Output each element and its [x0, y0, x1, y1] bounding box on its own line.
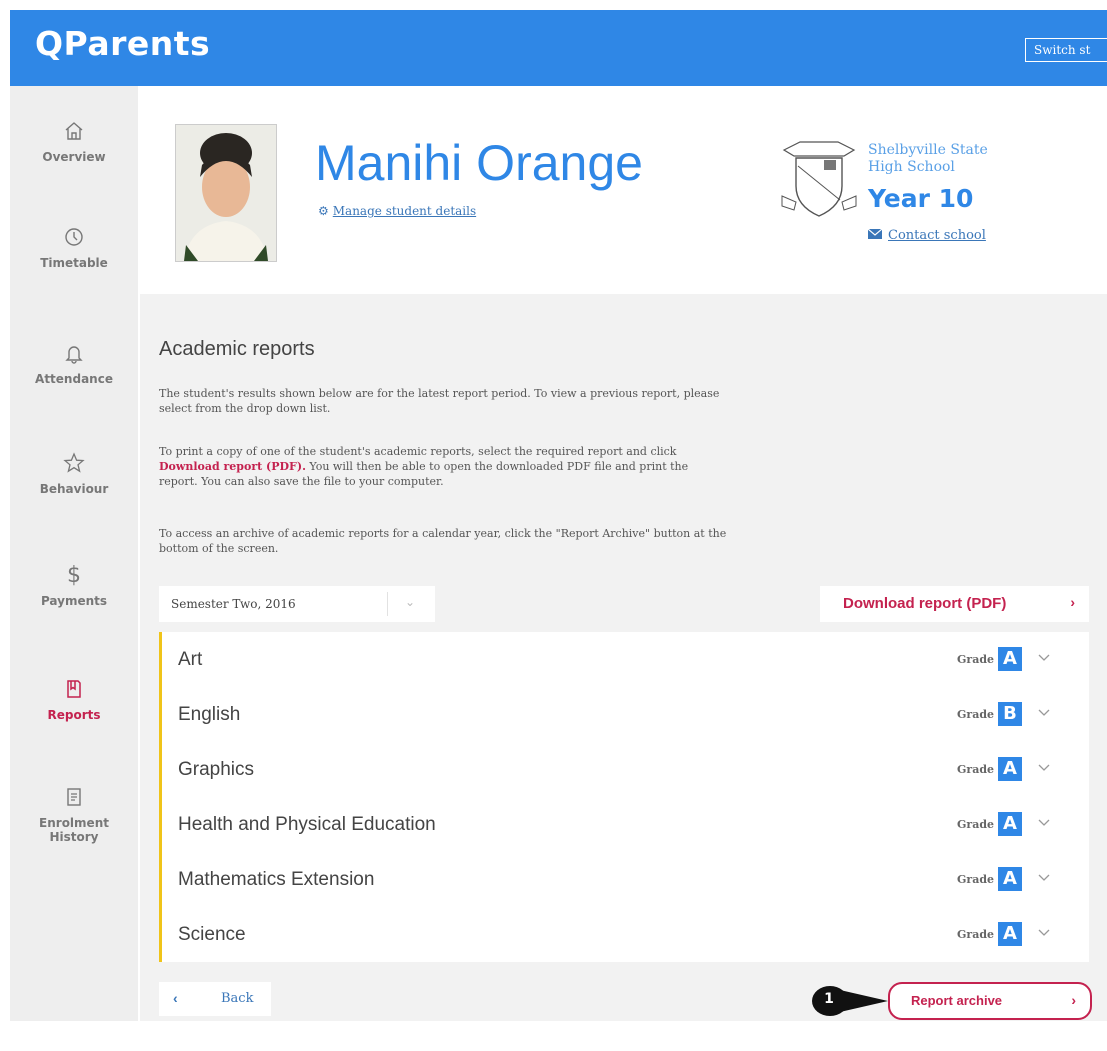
manage-student-details-link[interactable]: ⚙ Manage student details — [318, 204, 476, 218]
intro-paragraph: The student's results shown below are fo… — [159, 387, 720, 415]
subject-name: Graphics — [178, 759, 255, 780]
back-label: Back — [221, 991, 254, 1006]
home-icon — [10, 120, 138, 144]
enrolment-icon — [10, 786, 138, 810]
download-report-reference: Download report (PDF). — [159, 460, 306, 473]
sidebar-item-label: Behaviour — [39, 482, 109, 496]
subject-row-graphics[interactable]: Graphics Grade A — [162, 742, 1089, 797]
back-button[interactable]: ‹ Back — [159, 982, 271, 1016]
school-crest-logo — [780, 136, 858, 222]
year-level: Year 10 — [868, 184, 974, 213]
grade-label: Grade — [957, 928, 995, 941]
grade-badge: A — [998, 647, 1022, 671]
grade-label: Grade — [957, 873, 995, 886]
sidebar-item-label: Payments — [40, 594, 108, 608]
academic-reports-section: Academic reports The student's results s… — [140, 294, 1107, 1021]
chevron-down-icon[interactable] — [1036, 704, 1052, 720]
chevron-right-icon: › — [1070, 594, 1075, 610]
grade-label: Grade — [957, 763, 995, 776]
grade-label: Grade — [957, 653, 995, 666]
grade-badge: A — [998, 922, 1022, 946]
sidebar-item-label: Attendance — [35, 372, 113, 386]
download-report-button[interactable]: Download report (PDF) › — [820, 586, 1089, 622]
print-instructions-paragraph: To print a copy of one of the student's … — [159, 444, 729, 489]
download-report-label: Download report (PDF) — [843, 595, 1007, 612]
switch-student-button[interactable]: Switch st — [1025, 38, 1107, 62]
dollar-icon: $ — [67, 563, 81, 588]
sidebar-item-label: Overview — [42, 150, 106, 164]
top-header: QParents Switch st — [10, 10, 1107, 86]
envelope-icon — [867, 228, 883, 243]
sidebar-item-behaviour[interactable]: Behaviour — [10, 452, 138, 496]
chevron-right-icon: › — [1071, 992, 1076, 1008]
chevron-down-icon[interactable] — [1036, 924, 1052, 940]
sidebar-item-payments[interactable]: $ Payments — [10, 563, 138, 609]
student-profile: Manihi Orange ⚙ Manage student details Sh… — [140, 86, 1107, 294]
select-divider — [387, 592, 388, 616]
report-period-select[interactable]: Semester Two, 2016 ⌄ — [159, 586, 435, 622]
print-instructions-text: To print a copy of one of the student's … — [159, 445, 677, 458]
sidebar-item-attendance[interactable]: Attendance — [10, 342, 138, 386]
subject-results-list: Art Grade A English Grade B Graphics Gra… — [159, 632, 1089, 962]
contact-school-link[interactable]: Contact school — [867, 228, 986, 243]
school-name: Shelbyville State High School — [868, 142, 988, 175]
chevron-down-icon: ⌄ — [405, 595, 416, 609]
bell-icon — [10, 342, 138, 366]
chevron-down-icon[interactable] — [1036, 759, 1052, 775]
manage-link-label: Manage student details — [332, 204, 477, 218]
contact-link-label: Contact school — [888, 228, 986, 243]
subject-name: English — [178, 704, 241, 725]
chevron-down-icon[interactable] — [1036, 814, 1052, 830]
sidebar-item-reports[interactable]: Reports — [10, 678, 138, 722]
report-archive-button[interactable]: Report archive › — [888, 982, 1092, 1020]
grade-badge: B — [998, 702, 1022, 726]
grade-badge: A — [998, 867, 1022, 891]
grade-badge: A — [998, 757, 1022, 781]
archive-instructions-paragraph: To access an archive of academic reports… — [159, 527, 727, 555]
subject-row-art[interactable]: Art Grade A — [162, 632, 1089, 687]
grade-label: Grade — [957, 818, 995, 831]
subject-name: Art — [178, 649, 203, 670]
subject-name: Mathematics Extension — [178, 869, 375, 890]
subject-row-english[interactable]: English Grade B — [162, 687, 1089, 742]
subject-row-science[interactable]: Science Grade A — [162, 907, 1089, 962]
sidebar-item-label: Timetable — [40, 256, 108, 270]
grade-label: Grade — [957, 708, 995, 721]
chevron-down-icon[interactable] — [1036, 869, 1052, 885]
subject-row-maths-extension[interactable]: Mathematics Extension Grade A — [162, 852, 1089, 907]
report-period-value: Semester Two, 2016 — [171, 597, 296, 611]
app-logo: QParents — [35, 24, 211, 63]
grade-badge: A — [998, 812, 1022, 836]
clock-icon — [10, 226, 138, 250]
sidebar-item-enrolment-history[interactable]: Enrolment History — [10, 786, 138, 844]
sidebar-item-timetable[interactable]: Timetable — [10, 226, 138, 270]
star-icon — [10, 452, 138, 476]
report-icon — [10, 678, 138, 702]
callout-pointer-badge — [812, 986, 888, 1016]
subject-name: Health and Physical Education — [178, 814, 436, 835]
sidebar-nav: Overview Timetable Attendance Behaviour … — [10, 86, 138, 1021]
subject-name: Science — [178, 924, 246, 945]
chevron-down-icon[interactable] — [1036, 649, 1052, 665]
gear-icon: ⚙ — [318, 204, 329, 218]
student-name: Manihi Orange — [315, 135, 643, 191]
report-archive-label: Report archive — [911, 993, 1003, 1008]
subject-row-health-pe[interactable]: Health and Physical Education Grade A — [162, 797, 1089, 852]
sidebar-item-label: Reports — [47, 708, 101, 722]
sidebar-item-label: Enrolment History — [39, 816, 109, 844]
student-photo — [175, 124, 277, 262]
callout-number: 1 — [824, 991, 834, 1007]
page-title: Academic reports — [159, 338, 315, 360]
chevron-left-icon: ‹ — [173, 990, 178, 1006]
sidebar-item-overview[interactable]: Overview — [10, 120, 138, 164]
